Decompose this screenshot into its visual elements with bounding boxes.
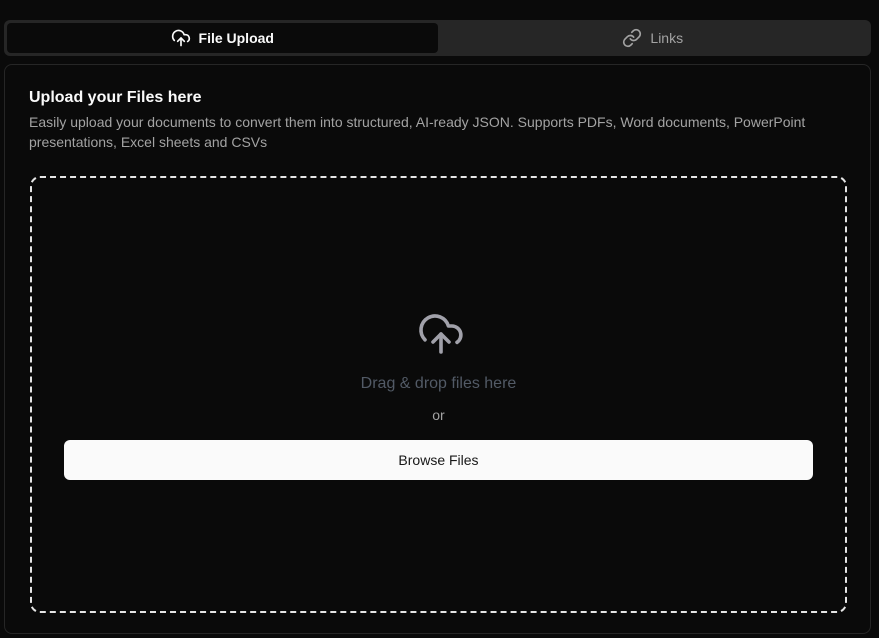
upload-mode-tabs: File Upload Links (4, 20, 871, 56)
tab-file-upload-label: File Upload (198, 30, 274, 46)
browse-files-button[interactable]: Browse Files (64, 440, 813, 480)
tab-links-label: Links (650, 30, 684, 46)
file-dropzone[interactable]: Drag & drop files here or Browse Files (30, 176, 847, 613)
tab-links[interactable]: Links (438, 23, 869, 53)
tab-file-upload[interactable]: File Upload (7, 23, 438, 53)
card-description: Easily upload your documents to convert … (29, 114, 806, 150)
cloud-upload-icon (419, 314, 463, 354)
or-separator: or (432, 407, 445, 423)
link-icon (623, 28, 642, 48)
card-title: Upload your Files here (29, 89, 202, 106)
upload-card: Upload your Files here Easily upload you… (4, 64, 871, 634)
cloud-upload-icon (171, 29, 190, 47)
drag-drop-text: Drag & drop files here (360, 375, 517, 392)
